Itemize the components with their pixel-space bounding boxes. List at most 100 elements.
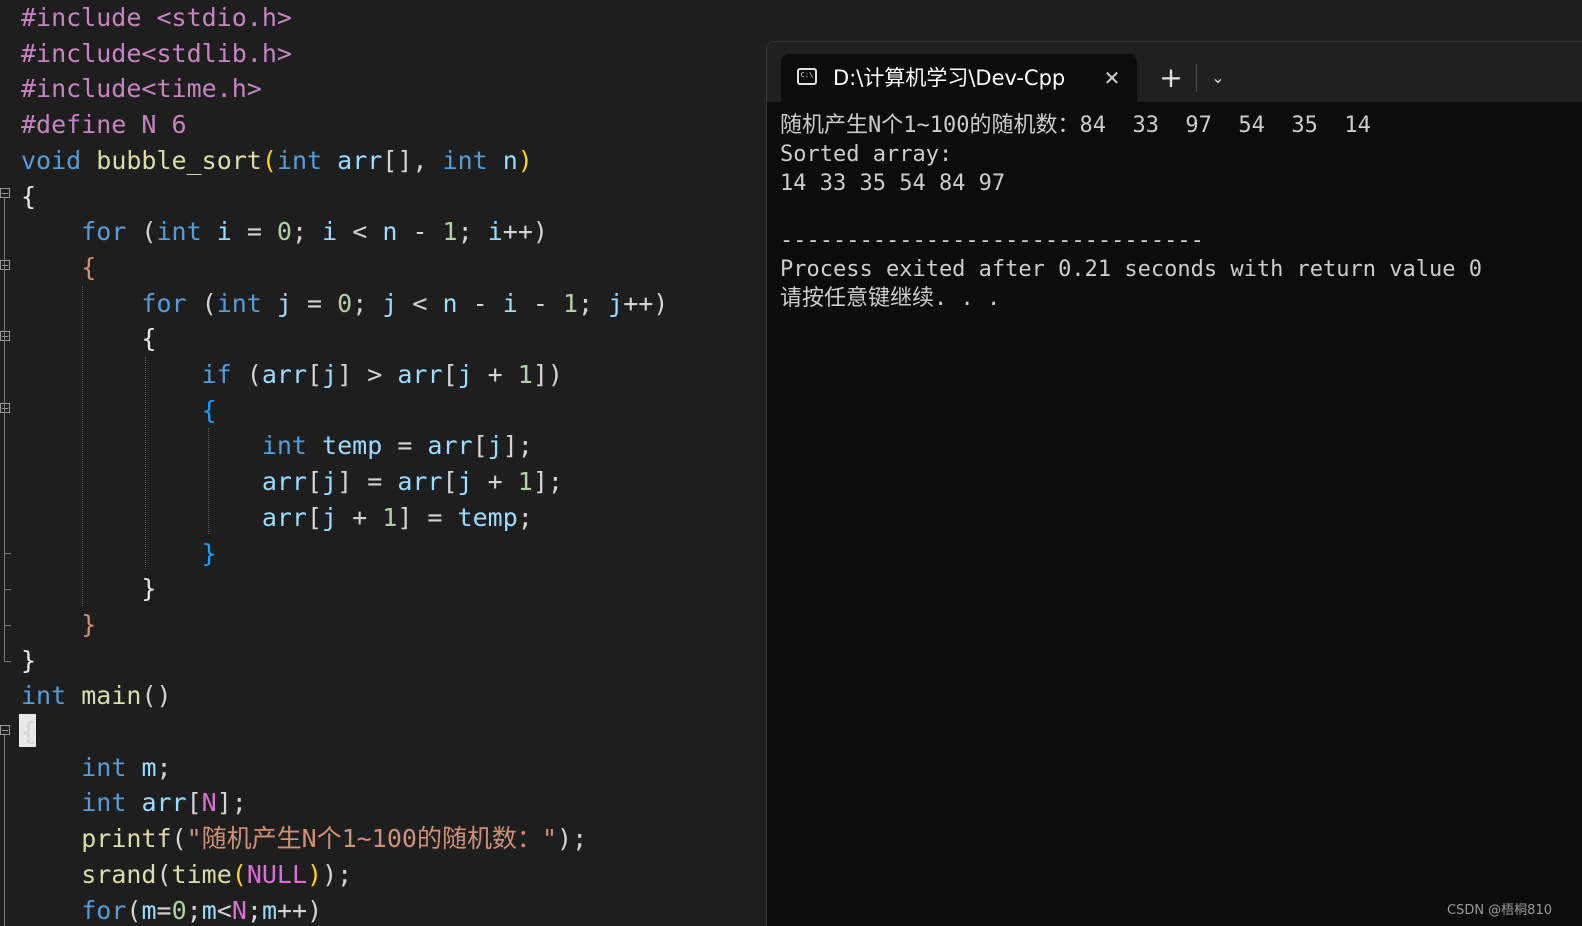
terminal-output-line: Sorted array: <box>780 142 953 167</box>
code-line[interactable]: } <box>21 571 156 607</box>
code-token: - <box>457 288 503 318</box>
code-line[interactable]: #include<time.h> <box>21 71 262 107</box>
code-token: printf <box>81 824 172 854</box>
code-line[interactable]: } <box>21 643 36 679</box>
code-line[interactable]: } <box>21 607 96 643</box>
code-line[interactable]: arr[j] = arr[j + 1]; <box>21 464 563 500</box>
code-token: arr <box>427 431 473 461</box>
plus-icon[interactable]: + <box>1151 60 1191 96</box>
code-line[interactable]: printf("随机产生N个1~100的随机数："); <box>21 821 587 857</box>
terminal-tab[interactable]: C:\ D:\计算机学习\Dev-Cpp ✕ <box>781 54 1137 102</box>
code-token: int <box>216 288 262 318</box>
code-token: j <box>457 467 473 497</box>
code-token: } <box>141 574 157 604</box>
terminal-window[interactable]: C:\ D:\计算机学习\Dev-Cpp ✕ + ⌄ 随机产生N个1~100的随… <box>766 41 1582 926</box>
code-line[interactable]: int main() <box>21 678 172 714</box>
terminal-output-line: 随机产生N个1~100的随机数：84 33 97 54 35 14 <box>780 113 1371 138</box>
code-token: arr <box>141 788 187 818</box>
code-token: - <box>517 288 563 318</box>
code-token: ; <box>156 752 172 782</box>
code-line[interactable]: } <box>21 536 217 572</box>
code-token: ] > <box>337 360 398 389</box>
code-token: m <box>141 895 157 925</box>
fold-toggle-outer-loop[interactable] <box>0 260 10 270</box>
code-token: = <box>291 288 338 318</box>
code-token: 1 <box>517 467 533 497</box>
code-token: ; <box>457 217 488 247</box>
code-token: #include <stdio.h> <box>21 3 292 32</box>
code-token: int <box>261 431 307 461</box>
fold-toggle-inner-loop[interactable] <box>0 331 10 341</box>
cmd-icon: C:\ <box>797 68 817 85</box>
code-line[interactable]: #include<stdlib.h> <box>21 36 292 72</box>
terminal-output-line: 14 33 35 54 84 97 <box>780 171 1006 196</box>
terminal-output-line: -------------------------------- <box>780 228 1204 253</box>
code-line[interactable]: for (int i = 0; i < n - 1; i++) <box>21 214 548 250</box>
code-token: m <box>201 895 217 925</box>
code-token: if <box>201 360 232 389</box>
code-token: () <box>141 681 172 711</box>
code-editor[interactable]: #include <stdio.h> #include<stdlib.h> #inc… <box>0 0 766 926</box>
code-token: bubble_sort <box>96 145 262 175</box>
code-token: arr <box>397 467 443 497</box>
code-token: temp <box>322 431 383 461</box>
code-token: for <box>81 895 127 925</box>
code-token: ]; <box>216 788 247 818</box>
terminal-titlebar[interactable]: C:\ D:\计算机学习\Dev-Cpp ✕ + ⌄ <box>767 42 1582 102</box>
fold-end-outer-loop <box>4 625 11 626</box>
code-token: + <box>472 467 518 497</box>
code-line[interactable]: #define N 6 <box>21 107 187 143</box>
code-line[interactable]: for (int j = 0; j < n - i - 1; j++) <box>21 286 668 322</box>
fold-toggle-main[interactable] <box>0 725 10 735</box>
fold-toggle-if-block[interactable] <box>0 403 10 413</box>
code-token: N <box>231 895 247 925</box>
code-line[interactable]: { <box>21 714 36 750</box>
code-line[interactable]: int arr[N]; <box>21 785 247 821</box>
code-line[interactable]: { <box>21 321 156 357</box>
code-token: + <box>337 502 383 532</box>
code-token: NULL <box>246 859 308 889</box>
fold-toggle-bubble-sort[interactable] <box>0 188 10 198</box>
code-token: arr <box>337 145 383 175</box>
close-icon[interactable]: ✕ <box>1097 62 1127 94</box>
code-line[interactable]: { <box>21 250 96 286</box>
code-token: j <box>276 288 292 318</box>
code-line[interactable]: #include <stdio.h> <box>21 0 292 36</box>
code-token: < <box>337 217 383 247</box>
code-line[interactable]: void bubble_sort(int arr[], int n) <box>21 143 533 179</box>
code-token: ++) <box>502 217 548 247</box>
code-token: 1 <box>562 288 579 318</box>
code-line[interactable]: { <box>21 393 217 429</box>
code-line[interactable]: arr[j + 1] = temp; <box>21 500 533 536</box>
code-token: ; <box>578 288 609 318</box>
code-token: for <box>141 288 187 318</box>
code-line[interactable]: int temp = arr[j]; <box>21 428 533 464</box>
code-token: void <box>21 145 82 175</box>
code-token: j <box>457 360 473 389</box>
code-token: ]) <box>532 360 563 389</box>
code-token: ; <box>186 895 202 925</box>
code-token: i <box>487 217 503 247</box>
code-line[interactable]: int m; <box>21 750 172 786</box>
code-line[interactable]: for(m=0;m<N;m++) <box>21 893 322 926</box>
code-token: int <box>442 145 488 175</box>
code-line[interactable]: if (arr[j] > arr[j + 1]) <box>21 357 563 393</box>
code-token: ( <box>261 145 277 175</box>
code-token: } <box>21 645 37 675</box>
code-line[interactable]: { <box>21 179 36 215</box>
code-line[interactable]: srand(time(NULL)); <box>21 857 352 893</box>
code-token: int <box>156 217 202 247</box>
terminal-output-line: 请按任意键继续. . . <box>780 286 1001 311</box>
code-token: ); <box>557 824 588 854</box>
chevron-down-icon[interactable]: ⌄ <box>1201 60 1235 96</box>
code-token: ] = <box>337 467 398 497</box>
